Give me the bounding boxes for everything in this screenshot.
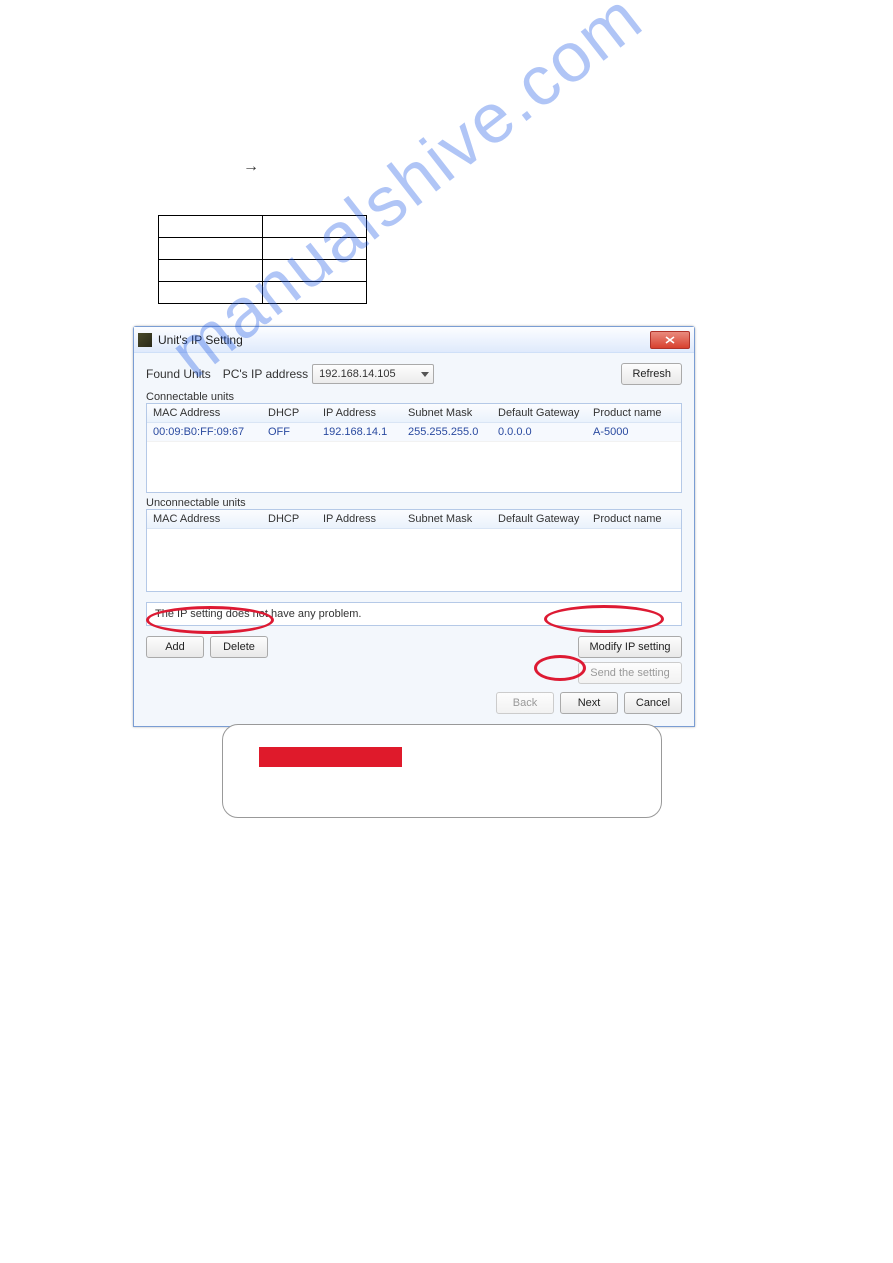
grid-header: MAC Address DHCP IP Address Subnet Mask … [147, 404, 681, 423]
status-message: The IP setting does not have any problem… [146, 602, 682, 626]
found-units-label: Found Units [146, 367, 211, 381]
send-setting-button: Send the setting [578, 662, 682, 684]
col-gw-2[interactable]: Default Gateway [492, 510, 587, 528]
cell-prod: A-5000 [587, 423, 681, 441]
modify-ip-button[interactable]: Modify IP setting [578, 636, 682, 658]
col-mac[interactable]: MAC Address [147, 404, 262, 422]
refresh-button[interactable]: Refresh [621, 363, 682, 385]
cell-dhcp: OFF [262, 423, 317, 441]
reference-table [158, 215, 367, 304]
unconnectable-grid: MAC Address DHCP IP Address Subnet Mask … [146, 509, 682, 592]
next-button[interactable]: Next [560, 692, 618, 714]
grid-empty-area [147, 442, 681, 492]
table-row[interactable]: 00:09:B0:FF:09:67 OFF 192.168.14.1 255.2… [147, 423, 681, 442]
unconnectable-label: Unconnectable units [146, 497, 682, 509]
top-controls: Found Units PC's IP address 192.168.14.1… [146, 363, 682, 385]
cell-mac: 00:09:B0:FF:09:67 [147, 423, 262, 441]
connectable-grid: MAC Address DHCP IP Address Subnet Mask … [146, 403, 682, 493]
cell-gw: 0.0.0.0 [492, 423, 587, 441]
cell-mask: 255.255.255.0 [402, 423, 492, 441]
col-prod[interactable]: Product name [587, 404, 681, 422]
grid-empty-area-2 [147, 529, 681, 591]
connectable-label: Connectable units [146, 391, 682, 403]
arrow-glyph: → [243, 158, 259, 176]
col-prod-2[interactable]: Product name [587, 510, 681, 528]
col-dhcp-2[interactable]: DHCP [262, 510, 317, 528]
pc-ip-value: 192.168.14.105 [319, 368, 395, 380]
close-icon[interactable] [650, 331, 690, 349]
col-dhcp[interactable]: DHCP [262, 404, 317, 422]
chevron-down-icon [421, 372, 429, 377]
grid-header-2: MAC Address DHCP IP Address Subnet Mask … [147, 510, 681, 529]
pc-ip-label: PC's IP address [223, 367, 308, 381]
cell-ip: 192.168.14.1 [317, 423, 402, 441]
delete-button[interactable]: Delete [210, 636, 268, 658]
note-box [222, 724, 662, 818]
back-button: Back [496, 692, 554, 714]
cancel-button[interactable]: Cancel [624, 692, 682, 714]
dialog-title: Unit's IP Setting [158, 333, 650, 347]
dialog-titlebar: Unit's IP Setting [134, 327, 694, 353]
dialog-body: Found Units PC's IP address 192.168.14.1… [134, 353, 694, 726]
button-row: Add Delete Modify IP setting Send the se… [146, 636, 682, 714]
col-ip-2[interactable]: IP Address [317, 510, 402, 528]
col-mac-2[interactable]: MAC Address [147, 510, 262, 528]
col-mask-2[interactable]: Subnet Mask [402, 510, 492, 528]
note-red-bar [259, 747, 402, 767]
col-mask[interactable]: Subnet Mask [402, 404, 492, 422]
app-icon [138, 333, 152, 347]
col-ip[interactable]: IP Address [317, 404, 402, 422]
col-gw[interactable]: Default Gateway [492, 404, 587, 422]
ip-setting-dialog: Unit's IP Setting Found Units PC's IP ad… [133, 326, 695, 727]
add-button[interactable]: Add [146, 636, 204, 658]
pc-ip-dropdown[interactable]: 192.168.14.105 [312, 364, 434, 384]
